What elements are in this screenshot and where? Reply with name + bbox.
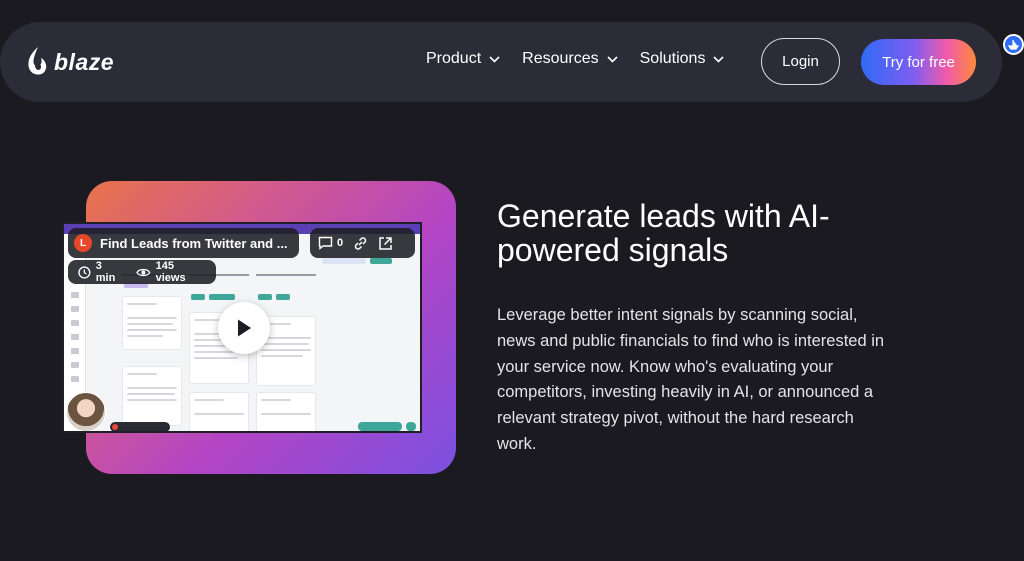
sidebar-dot xyxy=(71,362,79,368)
hero-headline: Generate leads with AI-powered signals xyxy=(497,198,830,268)
column-pill xyxy=(209,294,235,300)
card-line xyxy=(261,349,311,351)
video-post-card xyxy=(256,392,316,431)
duration-text: 3 min xyxy=(95,260,116,284)
column-pill xyxy=(258,294,272,300)
comments-button[interactable]: 0 xyxy=(318,236,343,250)
card-line xyxy=(127,335,163,337)
brand-name: blaze xyxy=(54,48,115,75)
video-post-card xyxy=(189,392,249,431)
video-column xyxy=(256,274,316,431)
card-line xyxy=(261,413,311,415)
login-button[interactable]: Login xyxy=(761,38,840,85)
play-icon xyxy=(238,319,251,337)
sidebar-dot xyxy=(71,292,79,298)
link-icon[interactable] xyxy=(353,236,368,251)
chevron-down-icon xyxy=(489,55,500,63)
comment-count: 0 xyxy=(337,237,344,249)
card-line xyxy=(127,303,157,305)
views-text: 145 views xyxy=(155,260,186,284)
card-line xyxy=(261,337,311,339)
record-dot-icon xyxy=(112,424,118,430)
video-actions: 0 xyxy=(310,228,415,258)
play-button[interactable] xyxy=(218,302,270,354)
clock-icon xyxy=(78,265,91,279)
nav-item-label: Solutions xyxy=(639,50,706,67)
video-teal-pill xyxy=(370,258,392,264)
video-meta: 3 min 145 views xyxy=(68,260,216,284)
column-pill xyxy=(276,294,290,300)
video-post-card xyxy=(122,366,182,426)
hero-description: Leverage better intent signals by scanni… xyxy=(497,306,885,453)
video-post-card xyxy=(122,296,182,350)
card-line xyxy=(194,413,244,415)
nav-item-resources[interactable]: Resources xyxy=(522,50,618,68)
chevron-down-icon xyxy=(713,55,725,63)
eye-icon xyxy=(136,268,151,276)
video-title-bar[interactable]: L Find Leads from Twitter and ... xyxy=(68,228,299,258)
chevron-down-icon xyxy=(607,55,618,63)
card-line xyxy=(127,317,177,319)
card-line xyxy=(194,351,234,353)
card-line xyxy=(127,373,157,375)
flame-logo-icon xyxy=(28,47,47,75)
open-external-icon[interactable] xyxy=(378,236,393,251)
column-pill xyxy=(191,294,205,300)
try-for-free-button[interactable]: Try for free xyxy=(861,39,976,85)
video-chat-chip xyxy=(406,422,416,431)
card-line xyxy=(261,343,309,345)
nav-item-solutions[interactable]: Solutions xyxy=(640,50,725,68)
top-navbar: blaze Product Resources Solutions Login … xyxy=(0,22,1002,102)
card-line xyxy=(194,399,224,401)
main-nav: Product Resources Solutions xyxy=(426,50,725,68)
author-avatar: L xyxy=(74,234,92,252)
card-line xyxy=(127,399,177,401)
video-column xyxy=(122,274,182,431)
sidebar-dot xyxy=(71,334,79,340)
views: 145 views xyxy=(136,260,206,284)
card-line xyxy=(127,329,177,331)
comment-icon xyxy=(318,236,333,250)
card-line xyxy=(194,357,238,359)
nav-item-label: Resources xyxy=(522,50,599,67)
video-teal-chip xyxy=(358,422,402,431)
video-search-pill xyxy=(322,258,366,264)
recording-controls[interactable] xyxy=(110,422,170,431)
boat-icon xyxy=(1008,40,1019,50)
card-line xyxy=(127,393,175,395)
card-line xyxy=(261,355,303,357)
sidebar-dot xyxy=(71,320,79,326)
presenter-webcam-bubble xyxy=(66,392,106,431)
card-line xyxy=(127,323,173,325)
demo-video-player[interactable]: L Find Leads from Twitter and ... 0 3 mi… xyxy=(62,222,422,433)
browser-extension-icon[interactable] xyxy=(1003,34,1024,55)
brand-logo[interactable]: blaze xyxy=(26,46,114,78)
duration: 3 min xyxy=(78,260,124,284)
sidebar-dot xyxy=(71,348,79,354)
nav-item-label: Product xyxy=(426,50,482,67)
sidebar-dot xyxy=(71,306,79,312)
sidebar-dot xyxy=(71,376,79,382)
nav-item-product[interactable]: Product xyxy=(426,50,500,68)
card-line xyxy=(127,387,177,389)
video-title: Find Leads from Twitter and ... xyxy=(100,235,288,251)
card-line xyxy=(261,399,291,401)
column-title xyxy=(256,274,316,276)
